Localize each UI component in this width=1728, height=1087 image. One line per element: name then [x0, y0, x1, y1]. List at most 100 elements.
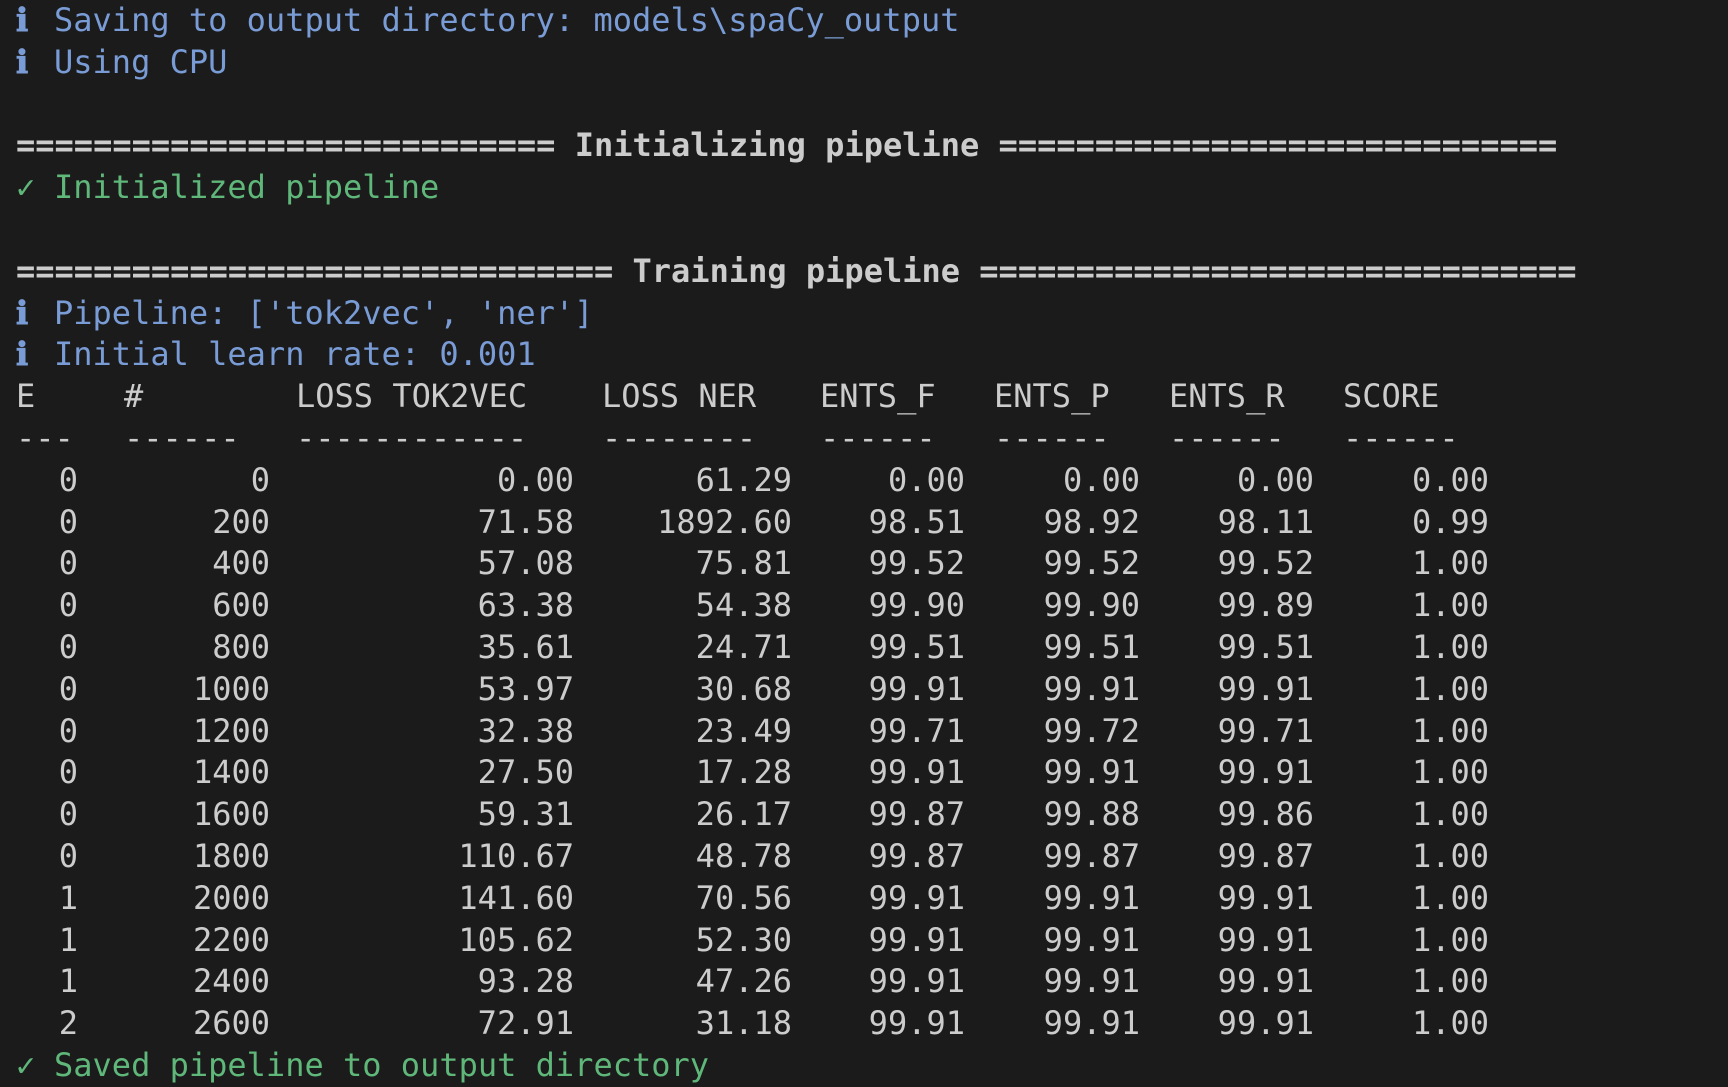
- table-cell: 26.17: [695, 795, 792, 834]
- table-cell: 24.71: [695, 627, 792, 666]
- table-cell: 48.78: [695, 836, 792, 875]
- separator-cell: ------: [124, 418, 240, 457]
- table-cell: 99.72: [1043, 711, 1140, 750]
- terminal-output: ℹ Saving to output directory: models\spaC…: [16, 0, 1716, 1087]
- table-cell: 800: [212, 627, 270, 666]
- table-cell: 99.91: [868, 878, 965, 917]
- table-cell: 99.91: [868, 753, 965, 792]
- success-line-init: ✓ Initialized pipeline: [16, 167, 1716, 209]
- table-cell: 2400: [192, 962, 270, 1001]
- header-cell: SCORE: [1343, 377, 1440, 416]
- train-banner: =============================== Training…: [16, 251, 1577, 290]
- saving-message: Saving to output directory: models\spaCy…: [54, 1, 960, 39]
- table-row: 0 1200 32.38 23.49 99.71 99.72 99.71 1.00: [16, 711, 1716, 753]
- table-cell: 1.00: [1411, 711, 1489, 750]
- saved-message: Saved pipeline to output directory: [54, 1045, 710, 1084]
- table-row: 1 2200 105.62 52.30 99.91 99.91 99.91 1.00: [16, 920, 1716, 962]
- init-banner: ============================ Initializin…: [16, 126, 1558, 165]
- table-cell: 99.52: [1217, 544, 1314, 583]
- table-body: 0 0 0.00 61.29 0.00 0.00 0.00 0.00 0 200 71.58 1892…: [16, 460, 1716, 1045]
- table-cell: 99.91: [1217, 753, 1314, 792]
- table-row: 0 1800 110.67 48.78 99.87 99.87 99.87 1.00: [16, 836, 1716, 878]
- table-cell: 99.88: [1043, 795, 1140, 834]
- info-icon: ℹ: [16, 1, 29, 39]
- table-cell: 2200: [192, 920, 270, 959]
- table-cell: 99.91: [1217, 920, 1314, 959]
- table-cell: 0: [58, 586, 78, 625]
- table-row: 0 800 35.61 24.71 99.51 99.51 99.51 1.00: [16, 627, 1716, 669]
- table-row: 0 1000 53.97 30.68 99.91 99.91 99.91 1.00: [16, 669, 1716, 711]
- table-cell: 0: [58, 627, 78, 666]
- table-cell: 99.91: [1043, 878, 1140, 917]
- table-cell: 0: [58, 460, 78, 499]
- table-cell: 200: [212, 502, 270, 541]
- table-cell: 1000: [192, 669, 270, 708]
- table-cell: 1.00: [1411, 1004, 1489, 1043]
- separator-cell: ---: [16, 418, 74, 457]
- table-cell: 99.90: [868, 586, 965, 625]
- header-cell: #: [124, 377, 144, 416]
- table-cell: 0.00: [1411, 460, 1489, 499]
- table-cell: 31.18: [695, 1004, 792, 1043]
- table-cell: 0.00: [496, 460, 574, 499]
- check-icon: ✓: [16, 168, 36, 207]
- header-cell: E: [16, 377, 36, 416]
- table-cell: 99.91: [1043, 920, 1140, 959]
- table-cell: 1.00: [1411, 920, 1489, 959]
- table-cell: 1.00: [1411, 962, 1489, 1001]
- table-row: 0 1400 27.50 17.28 99.91 99.91 99.91 1.00: [16, 752, 1716, 794]
- table-cell: 99.91: [1043, 962, 1140, 1001]
- table-cell: 1.00: [1411, 836, 1489, 875]
- table-cell: 0: [58, 795, 78, 834]
- table-cell: 110.67: [458, 836, 574, 875]
- table-cell: 99.91: [1217, 669, 1314, 708]
- table-cell: 0: [58, 669, 78, 708]
- table-cell: 2600: [192, 1004, 270, 1043]
- table-cell: 1.00: [1411, 753, 1489, 792]
- table-cell: 0.99: [1411, 502, 1489, 541]
- table-row: 0 0 0.00 61.29 0.00 0.00 0.00 0.00: [16, 460, 1716, 502]
- table-cell: 1: [58, 920, 78, 959]
- table-cell: 54.38: [695, 586, 792, 625]
- separator-cell: ------: [1169, 418, 1285, 457]
- separator-cell: ------: [820, 418, 936, 457]
- table-cell: 0: [58, 544, 78, 583]
- info-line-learn-rate: ℹ Initial learn rate: 0.001: [16, 334, 1716, 376]
- table-cell: 400: [212, 544, 270, 583]
- table-cell: 99.91: [1043, 753, 1140, 792]
- table-cell: 99.91: [868, 669, 965, 708]
- table-row: 0 600 63.38 54.38 99.90 99.90 99.89 1.00: [16, 585, 1716, 627]
- table-cell: 0.00: [887, 460, 965, 499]
- table-row: 1 2400 93.28 47.26 99.91 99.91 99.91 1.00: [16, 961, 1716, 1003]
- table-cell: 99.91: [1043, 1004, 1140, 1043]
- table-cell: 53.97: [477, 669, 574, 708]
- table-cell: 99.71: [868, 711, 965, 750]
- table-cell: 99.52: [1043, 544, 1140, 583]
- table-row: 0 400 57.08 75.81 99.52 99.52 99.52 1.00: [16, 543, 1716, 585]
- table-cell: 32.38: [477, 711, 574, 750]
- table-cell: 0: [58, 502, 78, 541]
- table-header: E # LOSS TOK2VEC LOSS NER ENTS_F ENTS_P …: [16, 376, 1716, 418]
- table-cell: 27.50: [477, 753, 574, 792]
- table-cell: 1800: [192, 836, 270, 875]
- table-cell: 1600: [192, 795, 270, 834]
- table-cell: 2000: [192, 878, 270, 917]
- table-cell: 99.87: [1217, 836, 1314, 875]
- pipeline-message: Pipeline: ['tok2vec', 'ner']: [54, 293, 594, 332]
- table-cell: 0: [250, 460, 270, 499]
- header-cell: ENTS_P: [994, 377, 1110, 416]
- table-cell: 1: [58, 962, 78, 1001]
- info-icon: ℹ: [16, 42, 29, 81]
- table-cell: 23.49: [695, 711, 792, 750]
- table-cell: 0.00: [1236, 460, 1314, 499]
- table-cell: 1.00: [1411, 795, 1489, 834]
- table-cell: 99.91: [1217, 1004, 1314, 1043]
- table-cell: 99.52: [868, 544, 965, 583]
- table-cell: 1.00: [1411, 544, 1489, 583]
- table-cell: 1.00: [1411, 627, 1489, 666]
- table-cell: 47.26: [695, 962, 792, 1001]
- table-cell: 2: [58, 1004, 78, 1043]
- table-cell: 61.29: [695, 460, 792, 499]
